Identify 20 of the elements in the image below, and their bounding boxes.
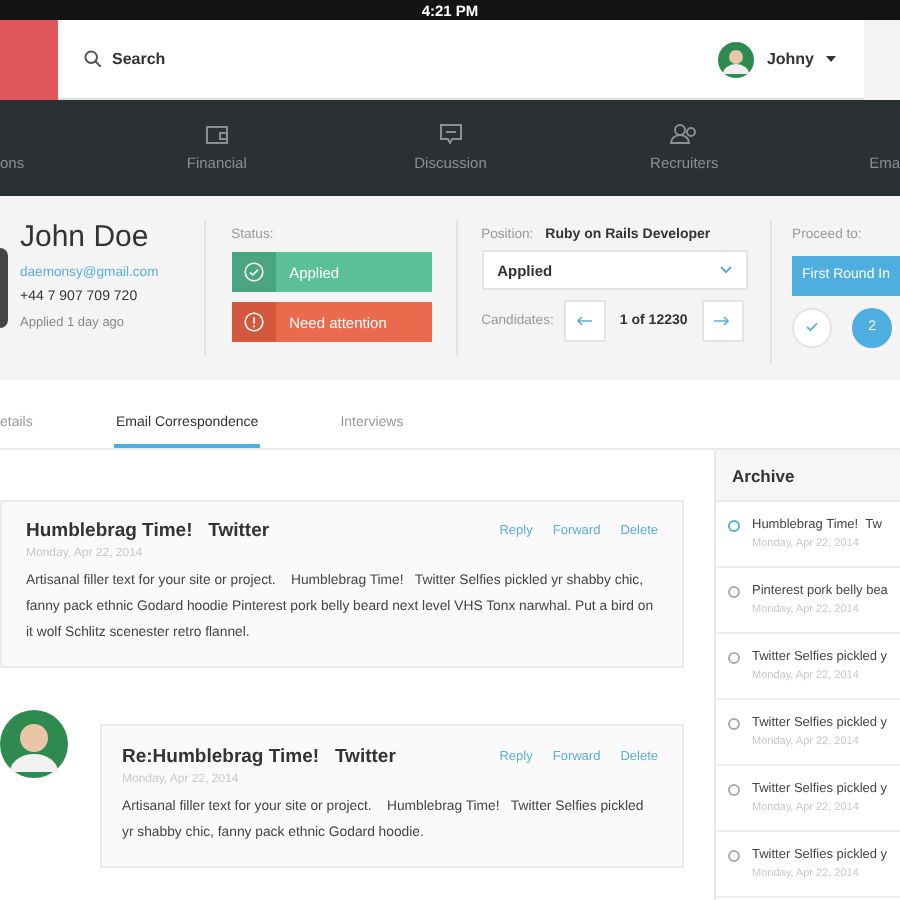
email-subject: Humblebrag Time! Twitter	[26, 520, 270, 542]
check-circle-icon	[243, 262, 264, 282]
next-button[interactable]	[701, 300, 744, 342]
arrow-right-icon	[714, 316, 731, 326]
wallet-icon	[205, 124, 228, 144]
caret-icon	[826, 56, 836, 62]
logo-block	[0, 19, 58, 99]
search-icon	[84, 50, 102, 68]
search-field[interactable]: Search	[84, 50, 166, 68]
chevron-down-icon	[720, 266, 733, 274]
previous-button[interactable]	[563, 300, 606, 342]
candidate-name: John Doe	[20, 220, 151, 254]
archive-title: Archive	[716, 450, 900, 502]
user-menu[interactable]: Johny	[766, 50, 814, 68]
step-done-icon	[792, 307, 833, 347]
exclamation-circle-icon	[243, 312, 264, 332]
chat-icon	[439, 124, 462, 144]
email-subject: Re:Humblebrag Time! Twitter	[122, 746, 396, 768]
arrow-left-icon	[576, 316, 593, 326]
people-icon	[670, 124, 699, 144]
